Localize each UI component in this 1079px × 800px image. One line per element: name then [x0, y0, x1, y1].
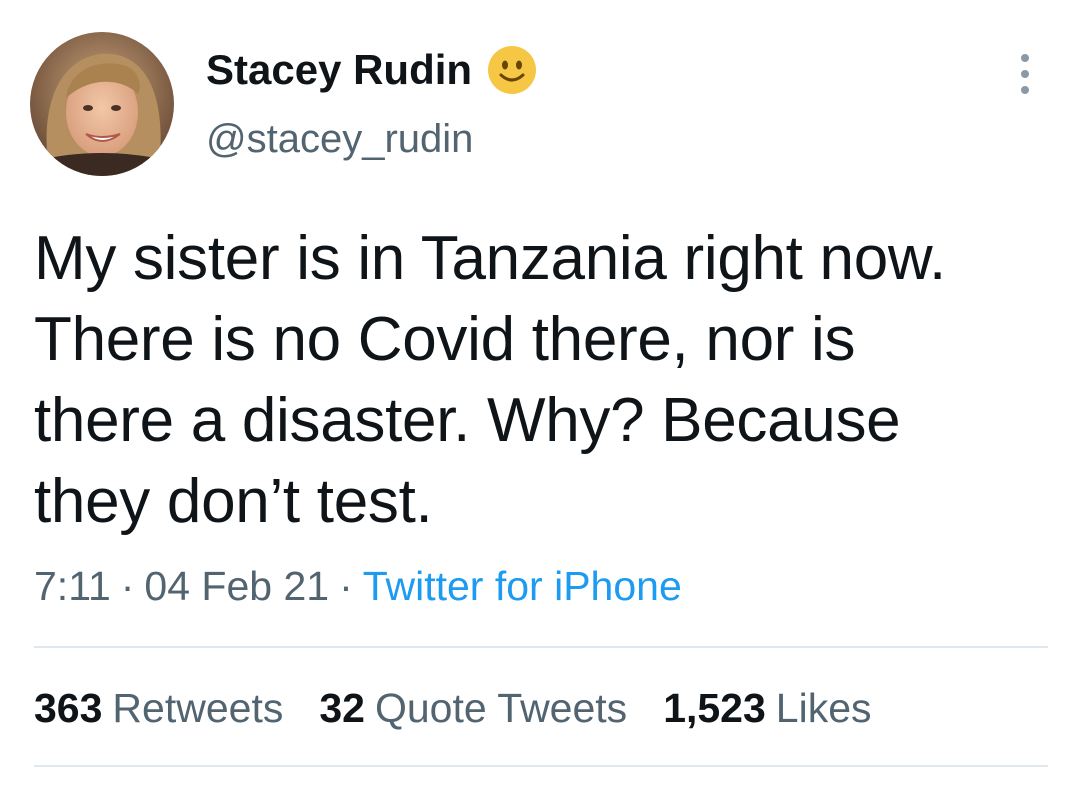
avatar-photo [30, 32, 174, 176]
divider [34, 765, 1048, 767]
tweet-source-link[interactable]: Twitter for iPhone [363, 563, 682, 609]
separator: · [120, 563, 135, 609]
slightly-smiling-face-icon [486, 44, 538, 96]
tweet-meta: 7:11 · 04 Feb 21 · Twitter for iPhone [34, 560, 682, 612]
more-dot [1021, 70, 1029, 78]
tweet-time[interactable]: 7:11 [34, 563, 111, 609]
tweet-stats: 363 Retweets 32 Quote Tweets 1,523 Likes [34, 682, 908, 734]
divider [34, 646, 1048, 648]
author-display-name[interactable]: Stacey Rudin [206, 44, 538, 96]
retweets-stat[interactable]: 363 Retweets [34, 682, 283, 734]
more-dot [1021, 86, 1029, 94]
avatar[interactable] [30, 32, 174, 176]
likes-count: 1,523 [663, 685, 766, 731]
likes-stat[interactable]: 1,523 Likes [663, 682, 871, 734]
display-name-text: Stacey Rudin [206, 46, 473, 93]
quote-tweets-count: 32 [319, 685, 365, 731]
more-dot [1021, 54, 1029, 62]
quote-tweets-label: Quote Tweets [374, 685, 628, 731]
separator: · [339, 563, 353, 609]
tweet-date[interactable]: 04 Feb 21 [144, 563, 329, 609]
likes-label: Likes [775, 685, 872, 731]
retweets-count: 363 [34, 685, 103, 731]
more-vertical-icon[interactable] [1008, 54, 1042, 94]
author-handle[interactable]: @stacey_rudin [206, 114, 473, 164]
quote-tweets-stat[interactable]: 32 Quote Tweets [319, 682, 627, 734]
retweets-label: Retweets [112, 685, 284, 731]
tweet-text: My sister is in Tanzania right now. Ther… [34, 224, 946, 536]
